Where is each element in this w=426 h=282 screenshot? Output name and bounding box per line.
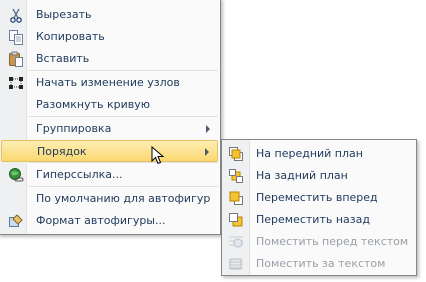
- menu-item-label: Разомкнуть кривую: [36, 98, 151, 111]
- in-front-of-text-icon: [229, 236, 243, 248]
- menu-item-label: Формат автофигуры...: [36, 214, 166, 227]
- menu-item-label: Группировка: [36, 122, 112, 135]
- behind-text-icon: [229, 258, 243, 270]
- menu-item-label: Начать изменение узлов: [36, 76, 180, 89]
- edit-points-icon: [9, 77, 23, 89]
- submenu-item-bring-forward[interactable]: Переместить вперед: [224, 187, 414, 209]
- submenu-item-send-backward[interactable]: Переместить назад: [224, 209, 414, 231]
- menu-item-format-shape[interactable]: Формат автофигуры...: [1, 210, 218, 232]
- submenu-item-send-to-back[interactable]: На задний план: [224, 165, 414, 187]
- hyperlink-globe-icon: [9, 168, 24, 182]
- menu-item-copy[interactable]: Копировать: [1, 26, 218, 48]
- submenu-item-label: На задний план: [256, 169, 348, 182]
- menu-item-hyperlink[interactable]: Гиперссылка...: [1, 164, 218, 186]
- submenu-item-label: Переместить вперед: [256, 191, 378, 204]
- menu-item-order[interactable]: Порядок: [1, 140, 218, 162]
- menu-item-label: Гиперссылка...: [36, 168, 123, 181]
- menu-item-grouping[interactable]: Группировка: [1, 118, 218, 140]
- menu-item-label: Вставить: [36, 52, 90, 65]
- submenu-arrow-icon: [205, 148, 209, 156]
- context-menu: Вырезать Копировать Вставить Начать изме…: [0, 0, 221, 235]
- bring-to-front-icon: [229, 147, 243, 161]
- menu-item-edit-points[interactable]: Начать изменение узлов: [1, 72, 218, 94]
- copy-icon: [9, 30, 23, 45]
- send-backward-icon: [229, 213, 243, 227]
- submenu-item-label: Переместить назад: [256, 213, 370, 226]
- submenu-item-in-front-of-text[interactable]: Поместить перед текстом: [224, 231, 414, 253]
- submenu-item-behind-text[interactable]: Поместить за текстом: [224, 253, 414, 275]
- menu-item-paste[interactable]: Вставить: [1, 48, 218, 70]
- order-submenu: На передний план На задний план Перемест…: [221, 139, 417, 276]
- menu-separator: [29, 186, 218, 187]
- menu-item-label: Порядок: [37, 145, 87, 158]
- menu-separator: [29, 162, 218, 163]
- submenu-arrow-icon: [206, 125, 210, 133]
- format-shape-icon: [9, 214, 23, 227]
- menu-separator: [29, 116, 218, 117]
- menu-separator: [29, 70, 218, 71]
- send-to-back-icon: [229, 169, 243, 183]
- menu-item-open-path[interactable]: Разомкнуть кривую: [1, 94, 218, 116]
- menu-item-cut[interactable]: Вырезать: [1, 4, 218, 26]
- submenu-item-label: На передний план: [256, 147, 363, 160]
- paste-icon: [9, 51, 23, 67]
- menu-item-set-default[interactable]: По умолчанию для автофигур: [1, 188, 218, 210]
- mouse-cursor-icon: [151, 146, 165, 165]
- submenu-item-label: Поместить за текстом: [256, 257, 386, 270]
- bring-forward-icon: [229, 191, 243, 205]
- menu-item-label: Копировать: [36, 30, 105, 43]
- submenu-item-bring-to-front[interactable]: На передний план: [224, 143, 414, 165]
- menu-item-label: По умолчанию для автофигур: [36, 192, 211, 205]
- scissors-icon: [10, 8, 22, 23]
- submenu-item-label: Поместить перед текстом: [256, 235, 409, 248]
- menu-item-label: Вырезать: [36, 8, 92, 21]
